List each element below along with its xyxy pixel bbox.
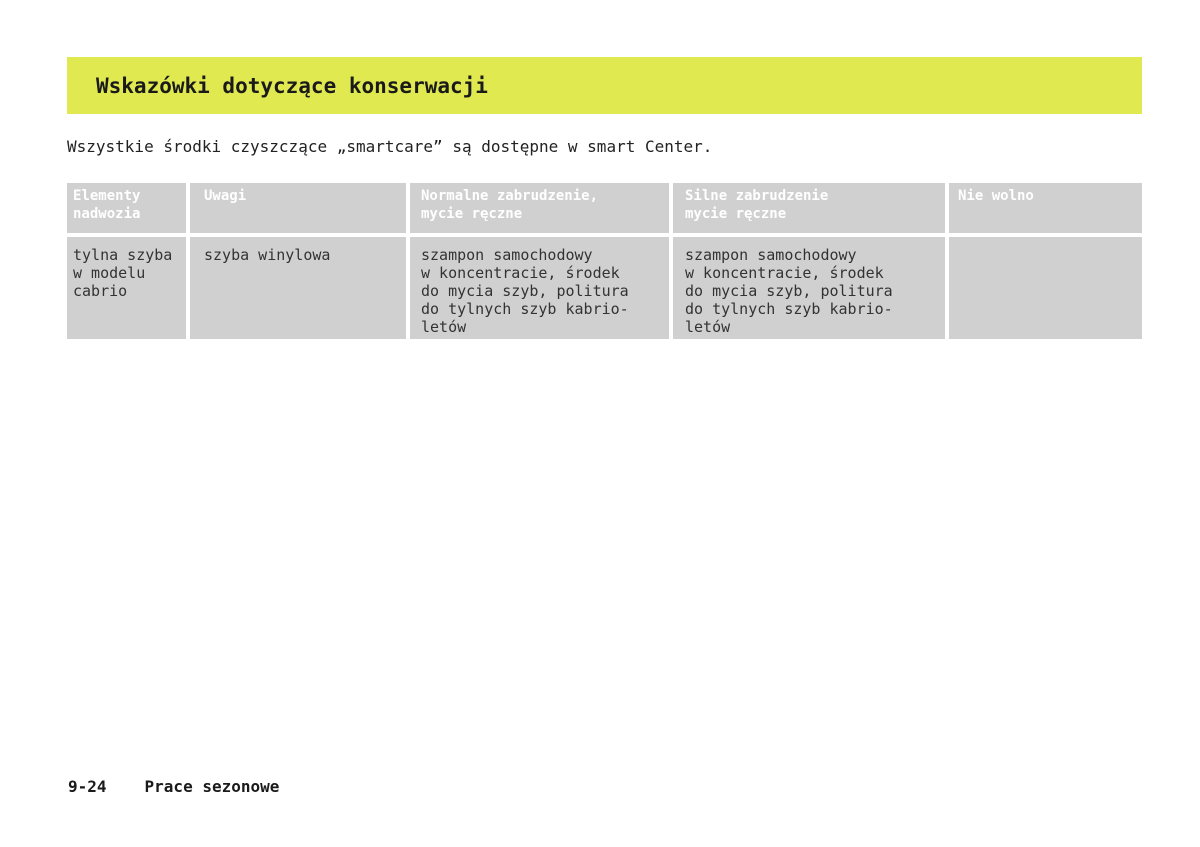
table-header-cell: Nie wolno (949, 183, 1142, 233)
section-name: Prace sezonowe (144, 777, 280, 796)
table-cell: szyba winylowa (190, 237, 406, 339)
intro-text: Wszystkie środki czyszczące „smartcare” … (67, 137, 713, 156)
table-cell: tylna szyba w modelu cabrio (67, 237, 186, 339)
table-cell (949, 237, 1142, 339)
table-cell: szampon samochodowy w koncentracie, środ… (410, 237, 669, 339)
table-header-cell: Elementy nadwozia (67, 183, 186, 233)
title-bar: Wskazówki dotyczące konserwacji (67, 57, 1142, 114)
table-cell: szampon samochodowy w koncentracie, środ… (673, 237, 945, 339)
page-number: 9-24 (68, 777, 107, 796)
page-title: Wskazówki dotyczące konserwacji (96, 73, 488, 98)
table-header-cell: Uwagi (190, 183, 406, 233)
page-footer: 9-24 Prace sezonowe (68, 777, 279, 796)
table-header-cell: Silne zabrudzenie mycie ręczne (673, 183, 945, 233)
table-header-cell: Normalne zabrudzenie, mycie ręczne (410, 183, 669, 233)
